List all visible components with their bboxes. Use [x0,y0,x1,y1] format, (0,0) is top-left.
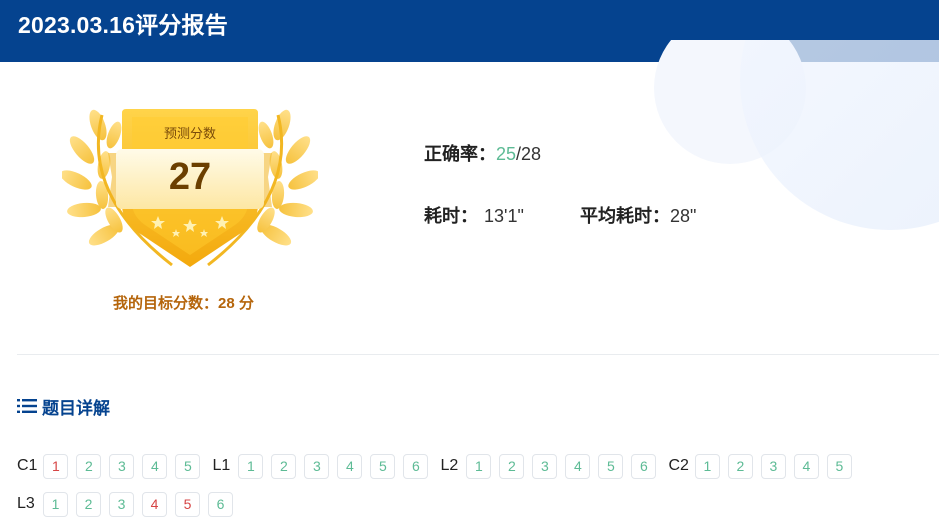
group-label: L1 [212,457,231,474]
question-button[interactable]: 3 [760,453,786,479]
avg-time-row: 平均耗时：28" [580,202,696,230]
question-button[interactable]: 1 [238,453,264,479]
time-label: 耗时： [424,206,478,226]
section-title: 题目详解 [42,398,110,418]
question-button[interactable]: 4 [565,453,591,479]
predicted-score: 27 [168,156,212,198]
avg-time-label: 平均耗时： [580,206,670,226]
question-button[interactable]: 2 [727,453,753,479]
section-header: 题目详解 [17,394,110,418]
target-score: 我的目标分数：28 分 [113,295,254,312]
question-button[interactable]: 2 [271,453,297,479]
question-button[interactable]: 6 [208,491,233,517]
question-button[interactable]: 1 [694,453,720,479]
question-button[interactable]: 4 [142,491,167,517]
accuracy-label: 正确率： [424,144,496,164]
question-button[interactable]: 5 [370,453,396,479]
question-group-l3: L3 1 2 3 4 5 6 [17,491,241,517]
question-button[interactable]: 6 [631,453,657,479]
section-divider [17,354,939,355]
question-button[interactable]: 2 [76,491,101,517]
group-label: C1 [17,457,38,474]
question-button[interactable]: 1 [43,491,68,517]
question-button[interactable]: 3 [304,453,330,479]
question-button[interactable]: 3 [532,453,558,479]
question-button[interactable]: 3 [109,453,135,479]
question-row-2: L3 1 2 3 4 5 6 [17,491,245,517]
accuracy-row: 正确率：25/28 [424,140,541,168]
question-row-1: C1 1 2 3 4 5 L1 1 2 3 4 5 6 L2 1 2 3 4 5… [17,453,864,479]
time-value: 13'1" [484,206,524,226]
question-button[interactable]: 4 [793,453,819,479]
question-button[interactable]: 4 [142,453,168,479]
question-group-l2: L2 1 2 3 4 5 6 [440,453,664,479]
avg-time-value: 28" [670,206,697,226]
question-button[interactable]: 5 [175,453,201,479]
page-title: 2023.03.16评分报告 [18,12,228,38]
time-row: 耗时： 13'1" [424,202,524,230]
badge-label: 预测分数 [163,126,216,141]
question-group-l1: L1 1 2 3 4 5 6 [212,453,436,479]
accuracy-total: /28 [516,144,542,164]
question-button[interactable]: 3 [109,491,134,517]
question-button[interactable]: 5 [175,491,200,517]
question-button[interactable]: 2 [76,453,102,479]
question-button[interactable]: 5 [826,453,852,479]
question-button[interactable]: 1 [43,453,69,479]
question-button[interactable]: 4 [337,453,363,479]
list-icon [17,399,37,413]
accuracy-correct: 25 [496,144,517,164]
question-group-c1: C1 1 2 3 4 5 [17,453,208,479]
group-label: L2 [440,457,459,474]
question-button[interactable]: 5 [598,453,624,479]
question-group-c2: C2 1 2 3 4 5 [668,453,859,479]
question-button[interactable]: 6 [403,453,429,479]
group-label: C2 [668,457,689,474]
question-button[interactable]: 2 [499,453,525,479]
group-label: L3 [17,495,35,512]
question-button[interactable]: 1 [466,453,492,479]
